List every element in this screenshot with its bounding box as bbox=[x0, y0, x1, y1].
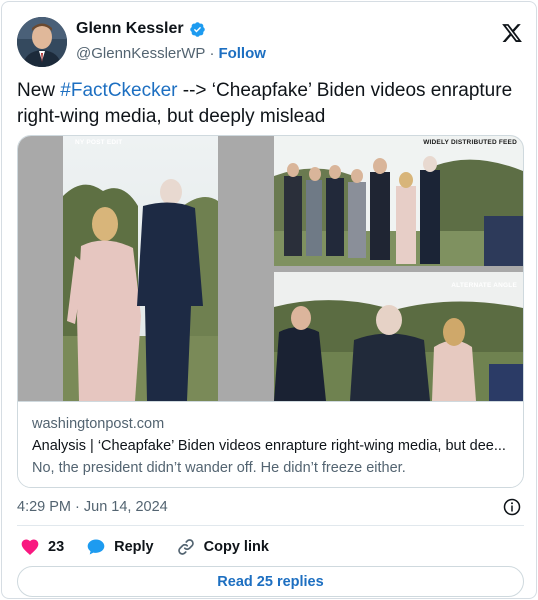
link-icon bbox=[177, 539, 194, 555]
tweet-text-prefix: New bbox=[17, 80, 61, 101]
follow-button[interactable]: Follow bbox=[218, 45, 266, 62]
like-count: 23 bbox=[48, 539, 65, 555]
author-name[interactable]: Glenn Kessler bbox=[76, 20, 184, 38]
action-bar: 23 Reply Copy link bbox=[20, 537, 291, 557]
tweet-timestamp[interactable]: 4:29 PM · Jun 14, 2024 bbox=[17, 499, 168, 515]
left-video-panel: NY POST EDIT bbox=[63, 136, 218, 401]
heart-icon bbox=[21, 539, 39, 555]
link-title: Analysis | ‘Cheapfake’ Biden videos enra… bbox=[32, 438, 506, 454]
tweet-text: New #FactCkecker --> ‘Cheapfake’ Biden v… bbox=[17, 78, 527, 130]
hashtag-link[interactable]: #FactCkecker bbox=[60, 80, 177, 101]
read-replies-button[interactable]: Read 25 replies bbox=[17, 566, 524, 597]
like-button[interactable]: 23 bbox=[20, 537, 64, 557]
avatar[interactable] bbox=[17, 17, 67, 67]
info-icon[interactable] bbox=[503, 498, 521, 516]
divider bbox=[17, 525, 524, 526]
copy-link-button[interactable]: Copy link bbox=[176, 537, 269, 557]
bottom-right-video-panel: ALTERNATE ANGLE bbox=[274, 272, 523, 401]
author-handle-row: @GlennKesslerWP · Follow bbox=[76, 45, 266, 62]
author-handle[interactable]: @GlennKesslerWP bbox=[76, 45, 205, 62]
link-preview-meta: washingtonpost.com Analysis | ‘Cheapfake… bbox=[18, 401, 523, 487]
reply-label: Reply bbox=[114, 539, 154, 555]
panel-label-left: NY POST EDIT bbox=[75, 139, 123, 146]
x-logo-icon[interactable] bbox=[501, 22, 523, 44]
author-name-row: Glenn Kessler bbox=[76, 20, 206, 38]
link-preview-card[interactable]: NY POST EDIT WIDELY DISTRIBUTED FEED ALT… bbox=[17, 135, 524, 488]
copy-link-label: Copy link bbox=[203, 539, 269, 555]
link-domain: washingtonpost.com bbox=[32, 416, 165, 432]
separator-dot: · bbox=[209, 45, 215, 62]
verified-badge-icon bbox=[189, 21, 205, 37]
link-preview-image: NY POST EDIT WIDELY DISTRIBUTED FEED ALT… bbox=[18, 136, 523, 401]
panel-label-top-right: WIDELY DISTRIBUTED FEED bbox=[423, 139, 517, 146]
top-right-video-panel: WIDELY DISTRIBUTED FEED bbox=[274, 136, 523, 266]
panel-label-bottom-right: ALTERNATE ANGLE bbox=[451, 282, 517, 289]
reply-bubble-icon bbox=[87, 539, 105, 555]
link-description: No, the president didn’t wander off. He … bbox=[32, 460, 406, 476]
reply-button[interactable]: Reply bbox=[86, 537, 154, 557]
tweet-embed-card: Glenn Kessler @GlennKesslerWP · Follow N… bbox=[1, 1, 537, 599]
